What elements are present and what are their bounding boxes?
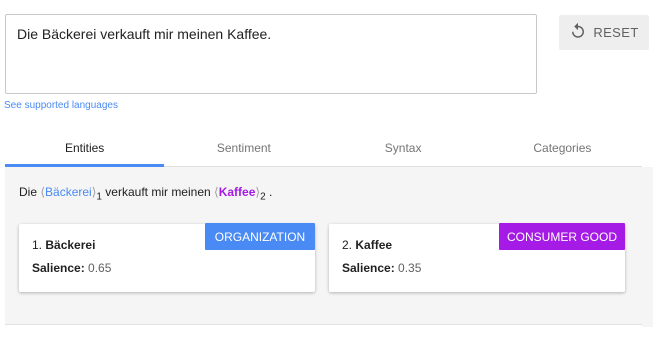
entities-panel: Die ⟨Bäckerei⟩1 verkauft mir meinen ⟨Kaf… [5,167,642,325]
entity-mention-1[interactable]: ⟨Bäckerei⟩1 [40,185,102,202]
entity-name: Bäckerei [45,238,96,252]
analysis-tabs: Entities Sentiment Syntax Categories [5,130,642,167]
sentence-middle: verkauft mir meinen [101,185,215,199]
sentence-prefix: Die [19,185,41,199]
entity-salience: Salience: 0.35 [342,261,421,275]
entity-mention-2[interactable]: ⟨Kaffee⟩2 [214,185,266,202]
entity-mention-2-text: Kaffee [218,185,256,199]
panel-scrollbar[interactable] [642,167,653,327]
entity-number: 1. [32,238,43,252]
tab-syntax[interactable]: Syntax [324,130,483,166]
salience-value: 0.35 [398,261,422,275]
tab-categories[interactable]: Categories [483,130,642,166]
entity-type-badge: ORGANIZATION [205,223,315,250]
salience-value: 0.65 [88,261,112,275]
annotated-sentence: Die ⟨Bäckerei⟩1 verkauft mir meinen ⟨Kaf… [19,185,272,202]
tab-entities[interactable]: Entities [5,130,165,167]
entity-number: 2. [342,238,353,252]
sentence-suffix: . [265,185,273,199]
entity-salience: Salience: 0.65 [32,261,111,275]
reset-icon [569,22,587,43]
reset-label: RESET [593,25,639,40]
entity-name: Kaffee [355,238,393,252]
text-input[interactable]: Die Bäckerei verkauft mir meinen Kaffee. [5,14,537,94]
entity-card-title: 2. Kaffee [342,238,392,252]
entity-card-title: 1. Bäckerei [32,238,95,252]
entity-card-2: 2. Kaffee Salience: 0.35 CONSUMER GOOD [329,223,625,292]
supported-languages-link[interactable]: See supported languages [4,100,118,111]
salience-label: Salience: [32,261,85,275]
salience-label: Salience: [342,261,395,275]
reset-button[interactable]: RESET [559,15,649,50]
entity-card-1: 1. Bäckerei Salience: 0.65 ORGANIZATION [19,223,315,292]
entity-type-badge: CONSUMER GOOD [499,223,625,250]
tab-sentiment[interactable]: Sentiment [164,130,323,166]
entity-mention-1-text: Bäckerei [45,185,92,199]
